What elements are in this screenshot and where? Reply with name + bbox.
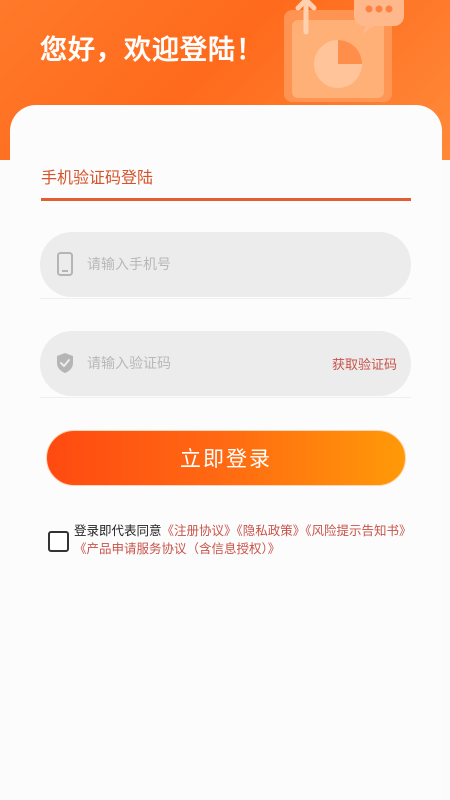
code-input[interactable] <box>85 349 339 379</box>
tab-sms-login-label: 手机验证码登陆 <box>41 168 154 187</box>
login-page: 您好，欢迎登陆！ 手机验证码登陆 请输入手机号 请输入验证码 获取验证码 立即登… <box>0 0 450 800</box>
link-register-agreement[interactable]: 《注册协议》 <box>162 523 237 538</box>
phone-input[interactable] <box>85 250 339 280</box>
agreement-checkbox[interactable] <box>48 531 69 552</box>
agreement-prefix: 登录即代表同意 <box>74 523 162 538</box>
link-risk-disclosure[interactable]: 《风险提示告知书》 <box>305 523 411 538</box>
greeting-title: 您好，欢迎登陆！ <box>40 35 264 66</box>
phone-icon <box>57 252 73 276</box>
chart-illustration <box>284 0 404 102</box>
agreement-text: 登录即代表同意《注册协议》《隐私政策》《风险提示告知书》《产品申请服务协议（含信… <box>74 522 424 558</box>
tab-sms-login[interactable]: 手机验证码登陆 <box>41 160 411 201</box>
link-privacy-policy[interactable]: 《隐私政策》 <box>237 523 306 538</box>
code-divider <box>40 397 411 398</box>
code-field[interactable]: 获取验证码 <box>40 331 411 396</box>
phone-divider <box>40 298 411 299</box>
phone-field[interactable] <box>40 232 411 297</box>
link-service-agreement[interactable]: 《产品申请服务协议（含信息授权）》 <box>74 541 280 556</box>
shield-icon <box>57 353 73 373</box>
login-button[interactable]: 立即登录 <box>46 430 406 486</box>
get-code-button[interactable]: 获取验证码 <box>332 354 397 373</box>
